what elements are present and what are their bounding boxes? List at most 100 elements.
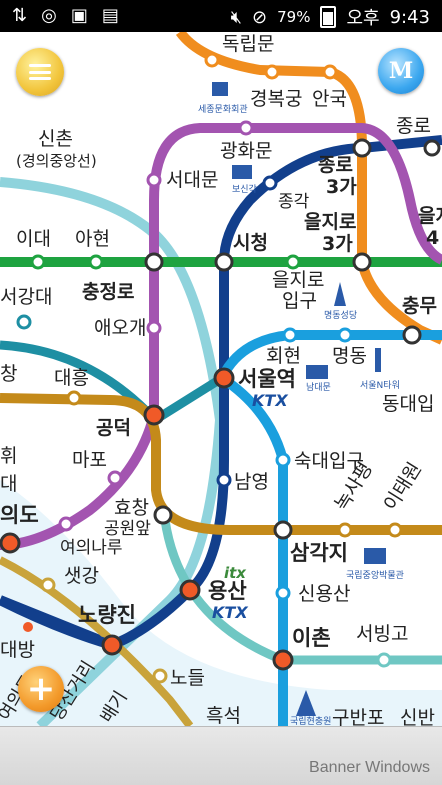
station-samgakji-dot[interactable] (273, 520, 293, 540)
label-hyeong: 휘 (0, 445, 17, 467)
station-jonggak-dot[interactable] (262, 175, 278, 191)
station-yeouinaru-dot[interactable] (58, 516, 74, 532)
station-noksapyeong-dot[interactable] (337, 522, 353, 538)
station-jongno3-dot[interactable] (352, 138, 372, 158)
label-jongno5: 종로 (396, 115, 431, 137)
label-hoehyeon: 회현 (266, 345, 301, 367)
station-idae-dot[interactable] (30, 254, 46, 270)
label-seogangdae: 서강대 (0, 286, 52, 308)
label-dongdaeip: 동대입 (382, 393, 434, 415)
label-myeongdong: 명동 (332, 345, 367, 367)
label-euljiro4-num: 4 (426, 227, 439, 249)
station-euljiroipgu-dot[interactable] (285, 254, 301, 270)
station-cityhall-dot[interactable] (214, 252, 234, 272)
station-gyeongbokgung-dot[interactable] (264, 64, 280, 80)
station-saetgang-dot[interactable] (40, 577, 56, 593)
label-sinban: 신반 (400, 707, 435, 726)
status-left-icons: ⇅ ◎ ▣ ▤ (12, 5, 119, 26)
station-hoehyeon-dot[interactable] (282, 327, 298, 343)
station-ichon-dot[interactable] (272, 649, 294, 671)
subway-map-canvas[interactable]: 독립문 경복궁 안국 종로 신촌 (경의중앙선) 광화문 서대문 종각 종로 3… (0, 32, 442, 726)
ktx-logo-yongsan: KTX (212, 603, 248, 622)
station-itaewon-dot[interactable] (387, 522, 403, 538)
station-gwanghwamun-dot[interactable] (238, 120, 254, 136)
label-daebang: 대방 (0, 639, 35, 661)
station-noryangjin-dot[interactable] (101, 634, 123, 656)
m-logo-icon: M (388, 58, 414, 84)
label-seobinggo: 서빙고 (356, 623, 408, 645)
station-myeongdong-dot[interactable] (337, 327, 353, 343)
label-yeouido: 의도 (0, 503, 39, 527)
station-gongdeok-dot[interactable] (143, 404, 165, 426)
metro-m-button[interactable]: M (378, 48, 424, 94)
label-cityhall: 시청 (233, 232, 268, 254)
station-aeogae-dot[interactable] (146, 320, 162, 336)
label-saetgang: 샛강 (64, 565, 99, 587)
station-dongnimmun-dot[interactable] (204, 52, 220, 68)
label-jonggak: 종각 (278, 192, 310, 212)
label-jongno3-a: 종로 (318, 154, 353, 176)
station-ahyeon-dot[interactable] (88, 254, 104, 270)
label-dae: 대 (0, 473, 17, 495)
banner-text: Banner Windows (309, 759, 430, 776)
label-yeouinaru: 여의나루 (60, 538, 123, 558)
label-namyeong: 남영 (234, 471, 269, 493)
station-daebang-dot[interactable] (23, 622, 33, 632)
mute-icon: 🔇︎ (230, 6, 243, 28)
label-cathedral: 명동성당 (324, 310, 357, 321)
battery-icon (320, 6, 337, 28)
label-euljiro4: 을지 (418, 205, 442, 227)
label-daeheung: 대흥 (54, 367, 89, 389)
station-an-dot[interactable] (322, 64, 338, 80)
battery-percent: 79% (277, 8, 311, 26)
label-gubanpo: 구반포 (332, 707, 384, 726)
station-seoul-dot[interactable] (213, 367, 235, 389)
ad-banner[interactable]: Banner Windows (0, 726, 442, 785)
station-yeouido-dot[interactable] (0, 532, 21, 554)
station-hyochang-dot[interactable] (153, 505, 173, 525)
clock-time: 9:43 (389, 6, 430, 28)
status-bar: ⇅ ◎ ▣ ▤ 🔇︎ ⊘ 79% 오후 9:43 (0, 0, 442, 32)
airport-line (0, 340, 225, 426)
menu-button[interactable] (16, 48, 64, 96)
label-yongsan: 용산 (208, 579, 247, 603)
status-right: 🔇︎ ⊘ 79% 오후 9:43 (231, 4, 430, 30)
itx-logo-yongsan: itx (224, 564, 247, 582)
label-hyochang-a: 효창 (114, 497, 149, 519)
station-yongsan-dot[interactable] (179, 579, 201, 601)
zoom-plus-button[interactable]: + (18, 666, 64, 712)
namdaemun-landmark-icon (306, 365, 328, 379)
label-euljiroipgu-a: 을지로 (272, 269, 324, 291)
station-namyeong-dot[interactable] (216, 472, 232, 488)
station-seodaemun-dot[interactable] (146, 172, 162, 188)
station-euljiro3-dot[interactable] (352, 252, 372, 272)
label-itaewon: 이태원 (380, 459, 426, 515)
label-idae: 이대 (16, 228, 51, 250)
station-sookmyung-dot[interactable] (275, 452, 291, 468)
label-museum: 국립중앙박물관 (346, 569, 404, 581)
label-noryangjin: 노량진 (78, 603, 136, 627)
label-gwanghwamun: 광화문 (220, 140, 272, 162)
station-chungmu-dot[interactable] (402, 325, 422, 345)
usb-icon: ⇅ (12, 5, 28, 26)
label-bosingak: 보신각 (232, 183, 257, 195)
label-sinchon: 신촌 (38, 128, 73, 150)
label-dongnimmun: 독립문 (222, 33, 274, 55)
label-samgakji: 삼각지 (290, 541, 348, 565)
station-sinyongsan-dot[interactable] (275, 585, 291, 601)
subway-map[interactable]: 독립문 경복궁 안국 종로 신촌 (경의중앙선) 광화문 서대문 종각 종로 3… (0, 32, 442, 726)
label-euljiro3-a: 을지로 (304, 211, 356, 233)
station-nodeul-dot[interactable] (152, 668, 168, 684)
station-seogangdae-dot[interactable] (16, 314, 32, 330)
label-jongno3-b: 3가 (326, 176, 357, 198)
label-memorial: 국립현충원 (290, 716, 331, 726)
station-chungjeongno-dot[interactable] (144, 252, 164, 272)
label-sejong: 세종문화회관 (198, 104, 248, 115)
ktx-logo-seoul: KTX (252, 391, 288, 410)
station-jongno5-dot[interactable] (423, 139, 441, 157)
station-mapo-dot[interactable] (107, 470, 123, 486)
station-daeheung-dot[interactable] (66, 390, 82, 406)
station-seobinggo-dot[interactable] (376, 652, 392, 668)
label-nodeul: 노들 (170, 667, 205, 689)
seoul-tower-landmark-icon (375, 348, 381, 372)
